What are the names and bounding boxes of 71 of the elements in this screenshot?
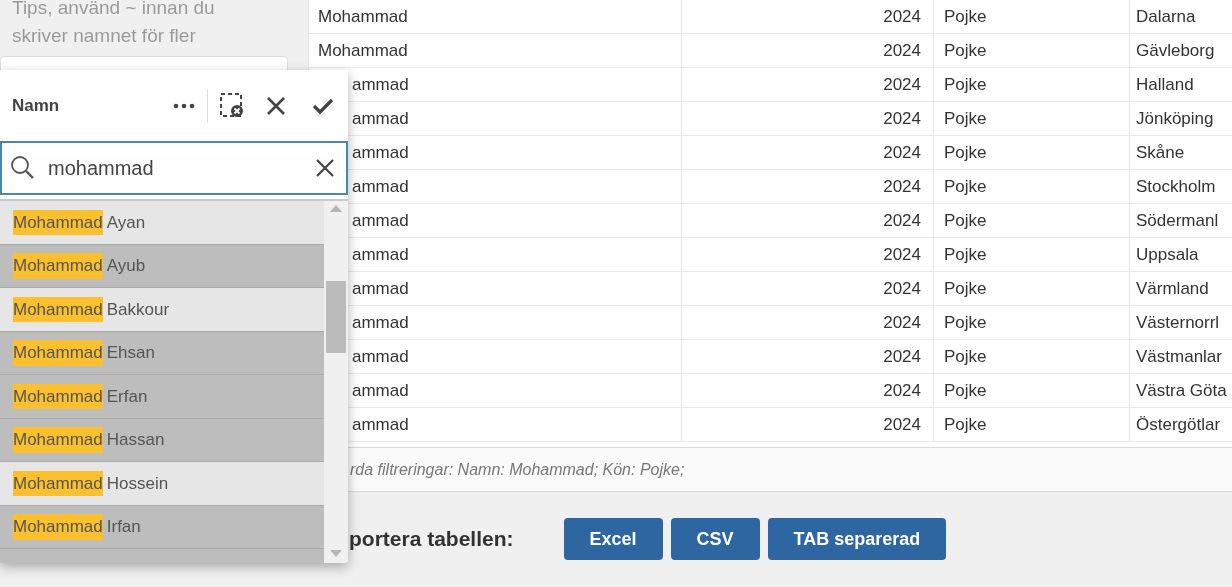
name-cell-text: ammad: [352, 277, 409, 300]
clear-selection-icon[interactable]: [220, 92, 244, 119]
county-cell-text: Södermanl: [1136, 209, 1219, 232]
name-cell-text: ammad: [352, 175, 409, 198]
name-cell-text: ammad: [352, 413, 409, 436]
popup-title: Namn: [12, 94, 61, 117]
county-cell-text: Uppsala: [1136, 243, 1199, 266]
year-cell-text: 2024: [883, 5, 921, 28]
gender-cell-text: Pojke: [944, 39, 987, 62]
year-cell-text: 2024: [883, 73, 921, 96]
gender-cell-text: Pojke: [944, 413, 987, 436]
gender-cell-text: Pojke: [944, 5, 987, 28]
export-button[interactable]: CSV: [670, 518, 760, 560]
name-cell-text: ammad: [352, 345, 409, 368]
year-cell-text: 2024: [883, 277, 921, 300]
gender-cell-text: Pojke: [944, 209, 987, 232]
gender-cell-text: Pojke: [944, 277, 987, 300]
name-cell-text: ammad: [352, 311, 409, 334]
name-cell-text: Mohammad: [318, 5, 408, 28]
year-cell-text: 2024: [883, 311, 921, 334]
list-item[interactable]: Mohammad Ayan: [0, 201, 324, 245]
county-cell-text: Värmland: [1136, 277, 1209, 300]
export-button[interactable]: TAB separerad: [767, 518, 947, 560]
county-cell-text: Västernorrl: [1136, 311, 1220, 334]
search-field[interactable]: mohammad: [0, 141, 348, 195]
year-cell-text: 2024: [883, 141, 921, 164]
gender-cell-text: Pojke: [944, 243, 987, 266]
county-cell-text: Halland: [1136, 73, 1194, 96]
filter-summary: rda filtreringar: Namn: Mohammad; Kön: Pojke;: [350, 459, 685, 480]
scrollbar[interactable]: [324, 201, 348, 563]
close-icon[interactable]: [266, 95, 286, 116]
county-cell-text: Skåne: [1136, 141, 1185, 164]
export-label: portera tabellen:: [349, 526, 514, 553]
year-cell-text: 2024: [883, 243, 921, 266]
year-cell-text: 2024: [883, 209, 921, 232]
gender-cell-text: Pojke: [944, 175, 987, 198]
year-cell-text: 2024: [883, 413, 921, 436]
gender-cell-text: Pojke: [944, 141, 987, 164]
year-cell-text: 2024: [883, 345, 921, 368]
county-cell-text: Stockholm: [1136, 175, 1216, 198]
scroll-thumb[interactable]: [326, 281, 346, 353]
name-cell-text: ammad: [352, 243, 409, 266]
gender-cell-text: Pojke: [944, 345, 987, 368]
county-cell-text: Dalarna: [1136, 5, 1196, 28]
check-icon[interactable]: [312, 96, 334, 115]
name-cell-text: Mohammad: [318, 39, 408, 62]
gender-cell-text: Pojke: [944, 73, 987, 96]
county-cell-text: Gävleborg: [1136, 39, 1215, 62]
export-button[interactable]: Excel: [563, 518, 663, 560]
more-icon[interactable]: [173, 102, 195, 109]
year-cell-text: 2024: [883, 379, 921, 402]
year-cell-text: 2024: [883, 107, 921, 130]
year-cell-text: 2024: [883, 39, 921, 62]
gender-cell-text: Pojke: [944, 311, 987, 334]
gender-cell-text: Pojke: [944, 107, 987, 130]
county-cell-text: Östergötlar: [1136, 413, 1221, 436]
name-cell-text: ammad: [352, 73, 409, 96]
list-item[interactable]: Mohammad Bakkour: [0, 288, 324, 332]
gender-cell-text: Pojke: [944, 379, 987, 402]
year-cell-text: 2024: [883, 175, 921, 198]
list-item[interactable]: Mohammad Hossein: [0, 462, 324, 506]
name-cell-text: ammad: [352, 107, 409, 130]
county-cell-text: Jönköping: [1136, 107, 1214, 130]
county-cell-text: Västra Göta: [1136, 379, 1227, 402]
name-cell-text: ammad: [352, 141, 409, 164]
name-cell-text: ammad: [352, 379, 409, 402]
search-icon: [10, 155, 36, 181]
county-cell-text: Västmanlar: [1136, 345, 1222, 368]
clear-search-icon[interactable]: [316, 159, 334, 177]
hint-text: Tips, använd ~ innan du skriver namnet för fler: [11, 0, 216, 48]
name-cell-text: ammad: [352, 209, 409, 232]
